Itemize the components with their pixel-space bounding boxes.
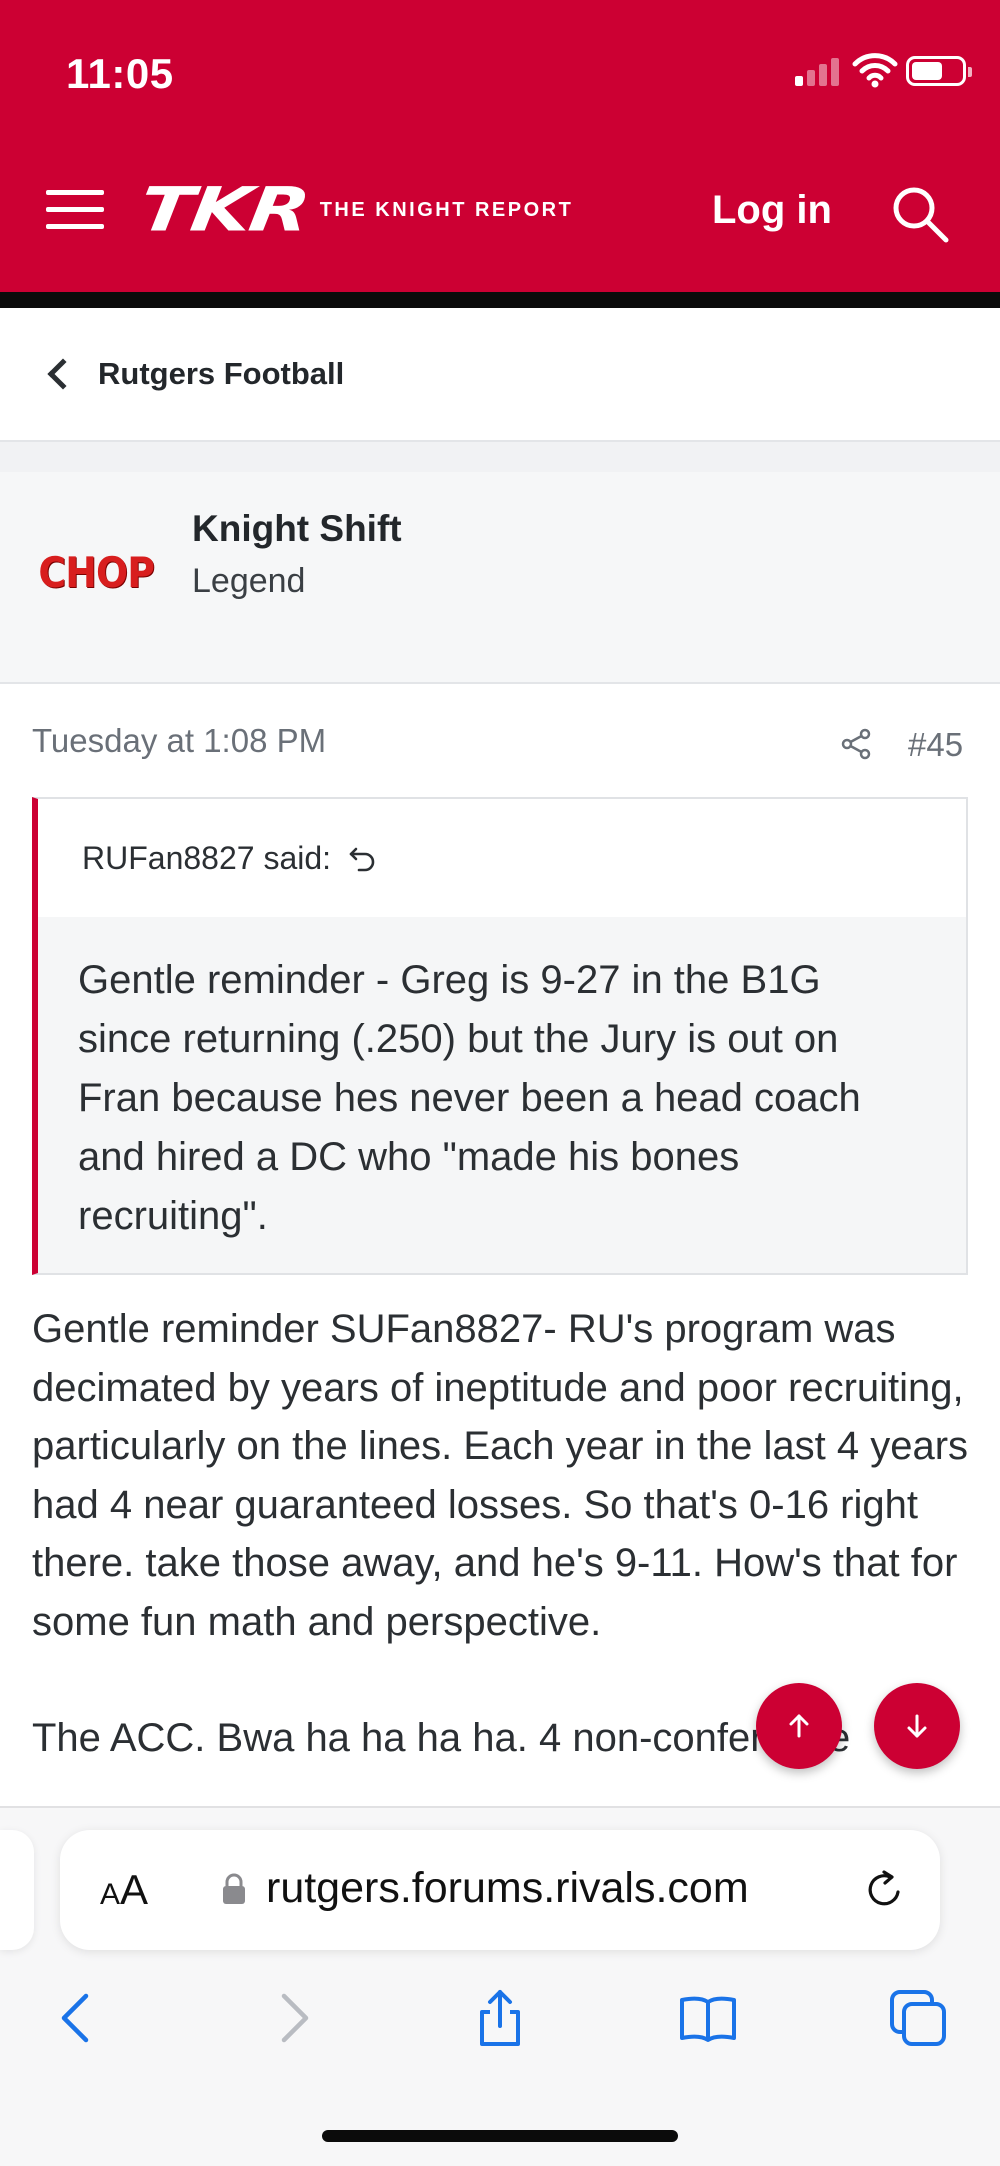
battery-icon bbox=[906, 56, 972, 86]
share-icon[interactable] bbox=[838, 726, 874, 762]
previous-tab-preview[interactable] bbox=[0, 1830, 34, 1950]
site-header bbox=[0, 0, 1000, 292]
hamburger-icon[interactable] bbox=[46, 188, 104, 232]
search-icon[interactable] bbox=[888, 182, 952, 246]
arrow-up-icon bbox=[789, 1714, 809, 1738]
url-text: rutgers.forums.rivals.com bbox=[266, 1864, 749, 1912]
section-gap bbox=[0, 442, 1000, 472]
site-logo[interactable]: TKR THE KNIGHT REPORT bbox=[135, 175, 574, 245]
chevron-left-icon bbox=[47, 358, 79, 390]
back-icon[interactable] bbox=[48, 1988, 108, 2048]
post-author-block: CHOP Knight Shift Legend bbox=[0, 472, 1000, 684]
reply-arrow-icon[interactable] bbox=[347, 842, 379, 874]
wifi-icon bbox=[852, 53, 898, 88]
avatar-text: CHOP bbox=[38, 547, 155, 597]
address-bar[interactable]: AA rutgers.forums.rivals.com bbox=[60, 1830, 940, 1950]
scroll-top-button[interactable] bbox=[756, 1683, 842, 1769]
login-link[interactable]: Log in bbox=[712, 188, 832, 233]
logo-mark: TKR bbox=[135, 174, 313, 246]
reload-icon[interactable] bbox=[860, 1866, 908, 1914]
quote-text: Gentle reminder - Greg is 9-27 in the B1… bbox=[78, 958, 861, 1238]
forward-icon[interactable] bbox=[262, 1988, 322, 2048]
logo-subtitle: THE KNIGHT REPORT bbox=[319, 198, 574, 221]
quote-author: RUFan8827 said: bbox=[82, 839, 332, 876]
post-date[interactable]: Tuesday at 1:08 PM bbox=[32, 722, 326, 760]
scroll-bottom-button[interactable] bbox=[874, 1683, 960, 1769]
reader-settings-button[interactable]: AA bbox=[100, 1866, 148, 1914]
bookmarks-icon[interactable] bbox=[678, 1988, 738, 2048]
cell-signal-icon bbox=[795, 56, 839, 86]
home-indicator bbox=[322, 2130, 678, 2142]
status-time: 11:05 bbox=[66, 50, 174, 97]
author-name[interactable]: Knight Shift bbox=[192, 508, 402, 550]
lock-icon bbox=[223, 1873, 245, 1904]
post-number[interactable]: #45 bbox=[908, 726, 963, 764]
breadcrumb[interactable]: Rutgers Football bbox=[0, 308, 1000, 442]
quote-block: RUFan8827 said: Gentle reminder - Greg i… bbox=[32, 797, 968, 1275]
share-sheet-icon[interactable] bbox=[470, 1988, 530, 2048]
avatar[interactable]: CHOP bbox=[38, 542, 155, 602]
quote-header[interactable]: RUFan8827 said: bbox=[38, 799, 966, 917]
author-title: Legend bbox=[192, 562, 306, 600]
breadcrumb-label: Rutgers Football bbox=[98, 356, 345, 391]
tabs-icon[interactable] bbox=[888, 1988, 948, 2048]
post-paragraph: Gentle reminder SUFan8827- RU's program … bbox=[32, 1307, 969, 1644]
arrow-down-icon bbox=[907, 1714, 927, 1738]
post-body: Gentle reminder SUFan8827- RU's program … bbox=[32, 1300, 982, 1768]
header-divider bbox=[0, 292, 1000, 308]
